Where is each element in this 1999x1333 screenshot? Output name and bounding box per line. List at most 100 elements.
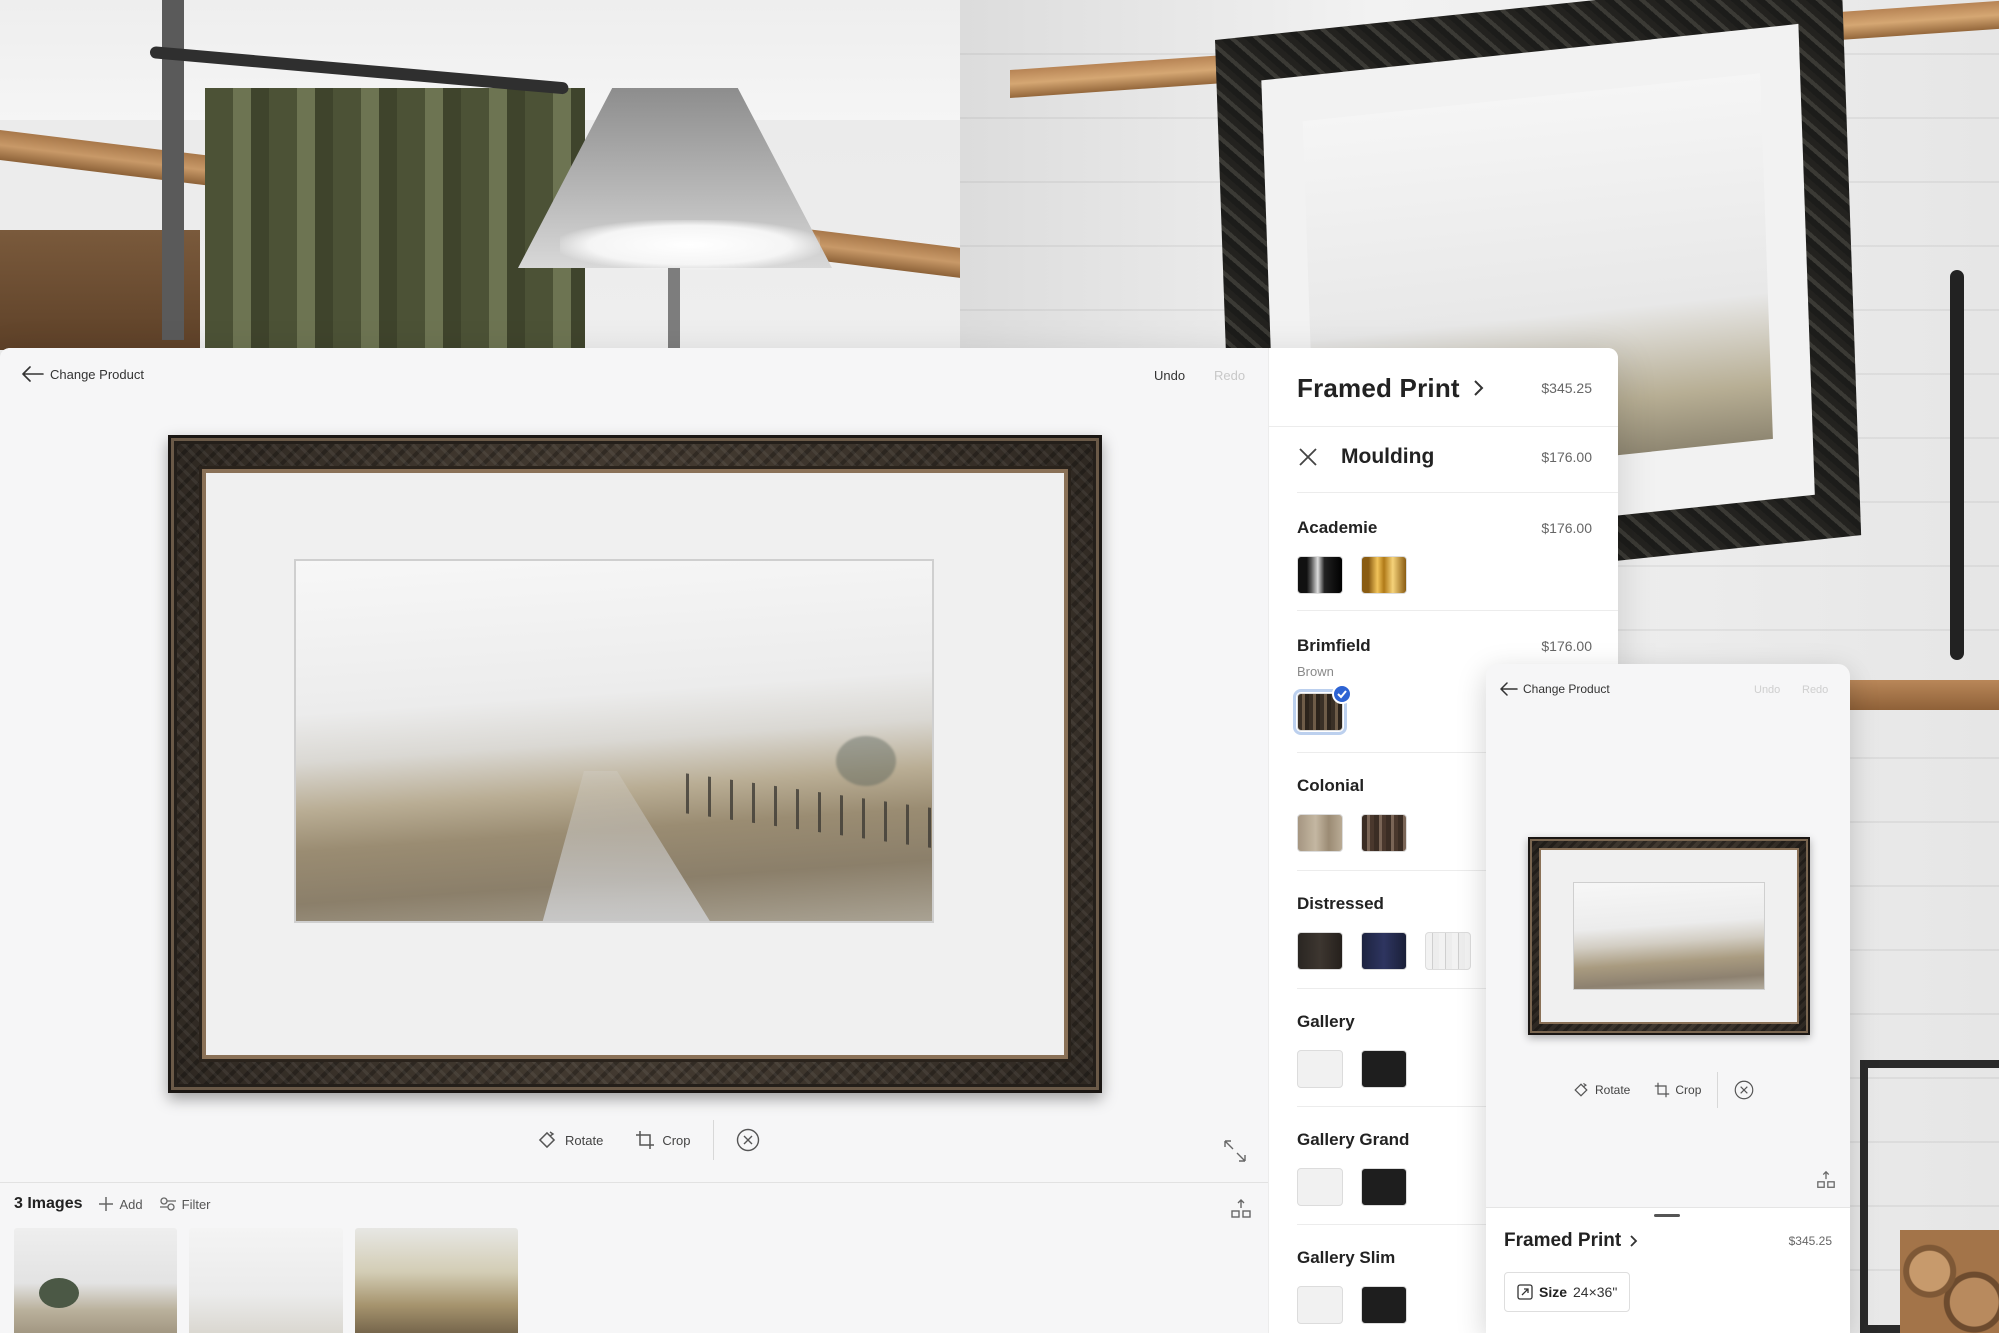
swatch-white[interactable] — [1297, 1168, 1343, 1206]
lamp-glow — [560, 220, 820, 270]
arrow-left-icon — [22, 366, 44, 382]
framed-print-preview — [1528, 837, 1810, 1035]
group-name: Gallery — [1297, 1012, 1355, 1031]
add-image-button[interactable]: Add — [98, 1196, 143, 1212]
swatch-gold[interactable] — [1361, 556, 1407, 594]
group-price: $176.00 — [1541, 520, 1592, 536]
undo-button[interactable]: Undo — [1154, 368, 1185, 383]
product-price: $345.25 — [1788, 1234, 1832, 1248]
lamp-pole — [668, 268, 680, 348]
upload-icon[interactable] — [1816, 1170, 1836, 1190]
crop-label: Crop — [1675, 1083, 1702, 1097]
section-title: Moulding — [1341, 445, 1435, 468]
size-label: Size — [1539, 1284, 1568, 1300]
group-name: Brimfield — [1297, 636, 1371, 655]
swatch-natural[interactable] — [1297, 814, 1343, 852]
product-title: Framed Print — [1297, 372, 1460, 403]
mobile-editor-preview: Change Product Undo Redo Rotate Crop Fra… — [1486, 664, 1850, 1333]
curtain — [205, 88, 585, 358]
rotate-icon — [536, 1129, 558, 1151]
rotate-icon — [1572, 1081, 1590, 1099]
image-thumbnails — [14, 1228, 518, 1333]
firewood — [1900, 1230, 1999, 1333]
artwork-photo[interactable] — [1573, 882, 1765, 990]
image-tools: Rotate Crop — [1560, 1072, 1766, 1108]
image-thumbnail[interactable] — [355, 1228, 518, 1333]
filter-icon — [159, 1196, 177, 1212]
upload-icon[interactable] — [1230, 1198, 1252, 1220]
change-product-button[interactable]: Change Product — [22, 366, 144, 382]
redo-button[interactable]: Redo — [1214, 368, 1245, 383]
product-title: Framed Print — [1504, 1230, 1622, 1251]
framed-print-preview — [168, 435, 1102, 1093]
plus-icon — [98, 1196, 114, 1212]
swatch-white[interactable] — [1297, 1050, 1343, 1088]
image-thumbnail[interactable] — [14, 1228, 177, 1333]
resize-icon — [1517, 1284, 1533, 1300]
crop-button[interactable]: Crop — [1642, 1082, 1713, 1098]
crop-icon — [635, 1130, 655, 1150]
swatch-black[interactable] — [1297, 556, 1343, 594]
images-toolbar: 3 Images Add Filter — [14, 1195, 211, 1213]
rotate-button[interactable]: Rotate — [520, 1121, 619, 1159]
crop-button[interactable]: Crop — [619, 1121, 706, 1159]
group-name: Colonial — [1297, 776, 1365, 795]
rotate-label: Rotate — [565, 1132, 604, 1148]
group-name: Gallery Slim — [1297, 1248, 1396, 1267]
images-divider — [0, 1182, 1268, 1183]
rotate-label: Rotate — [1595, 1083, 1631, 1097]
swatch-distressed-navy[interactable] — [1361, 932, 1407, 970]
crop-label: Crop — [662, 1132, 691, 1148]
photo-tree — [836, 736, 896, 786]
sheet-handle[interactable] — [1654, 1214, 1680, 1217]
size-button[interactable]: Size 24×36" — [1504, 1272, 1631, 1312]
swatch-distressed-black[interactable] — [1297, 932, 1343, 970]
mat-board — [1541, 850, 1797, 1022]
chevron-right-icon — [1472, 378, 1486, 398]
editor-canvas: Change Product Undo Redo Rotate Crop 3 I… — [0, 348, 1268, 1333]
moulding-section-header: Moulding $176.00 — [1297, 436, 1592, 478]
photo-fence — [686, 773, 932, 849]
image-thumbnail[interactable] — [189, 1228, 343, 1333]
artwork-photo[interactable] — [294, 559, 934, 923]
image-tools: Rotate Crop — [520, 1120, 776, 1160]
rotate-button[interactable]: Rotate — [1560, 1081, 1642, 1099]
close-icon[interactable] — [1297, 446, 1319, 468]
swatch-black[interactable] — [1361, 1286, 1407, 1324]
arrow-left-icon — [1500, 682, 1518, 696]
undo-button[interactable]: Undo — [1754, 684, 1780, 696]
change-product-label: Change Product — [1523, 682, 1610, 696]
section-price: $176.00 — [1541, 449, 1592, 465]
frame-editor-window: Change Product Undo Redo Rotate Crop 3 I… — [0, 348, 1618, 1333]
change-product-button[interactable]: Change Product — [1500, 682, 1610, 696]
group-divider — [1297, 610, 1618, 611]
remove-image-button[interactable] — [720, 1121, 776, 1159]
remove-image-button[interactable] — [1722, 1080, 1766, 1100]
images-count: 3 Images — [14, 1195, 83, 1212]
product-header[interactable]: Framed Print $345.25 — [1504, 1230, 1832, 1252]
group-name: Academie — [1297, 518, 1378, 537]
change-product-label: Change Product — [50, 366, 144, 382]
expand-icon[interactable] — [1222, 1138, 1248, 1164]
swatch-black[interactable] — [1361, 1168, 1407, 1206]
photo-path — [540, 771, 716, 921]
swatch-black[interactable] — [1361, 1050, 1407, 1088]
header-divider — [1269, 426, 1618, 427]
group-price: $176.00 — [1541, 638, 1592, 654]
crop-icon — [1654, 1082, 1670, 1098]
swatch-brown-selected[interactable] — [1293, 684, 1352, 735]
swatch-white[interactable] — [1297, 1286, 1343, 1324]
filter-button[interactable]: Filter — [159, 1196, 211, 1212]
section-divider — [1297, 492, 1618, 493]
tool-divider — [1717, 1072, 1719, 1108]
bottom-sheet: Framed Print $345.25 Size 24×36" — [1486, 1207, 1850, 1333]
checkmark-icon — [1332, 684, 1352, 704]
product-header[interactable]: Framed Print $345.25 — [1297, 366, 1592, 410]
group-name: Gallery Grand — [1297, 1130, 1410, 1149]
mat-board — [206, 473, 1064, 1055]
close-circle-icon — [736, 1128, 760, 1152]
swatch-distressed-white[interactable] — [1425, 932, 1471, 970]
redo-button[interactable]: Redo — [1802, 684, 1828, 696]
swatch-walnut[interactable] — [1361, 814, 1407, 852]
candlestick — [1950, 270, 1964, 660]
